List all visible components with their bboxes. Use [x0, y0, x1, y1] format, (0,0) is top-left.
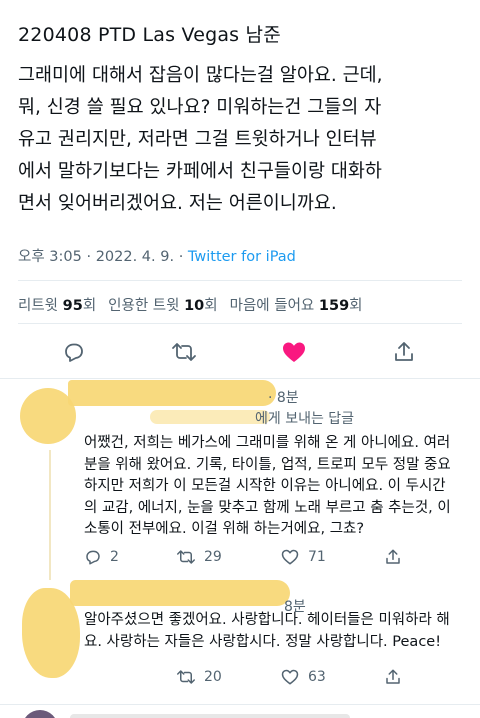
divider: [18, 323, 462, 324]
likes-stat[interactable]: 마음에 들어요 159회: [230, 294, 363, 315]
reply-text: 알아주셨으면 좋겠어요. 사랑합니다. 헤이터들은 미워하라 해 요. 사랑하는…: [84, 612, 450, 650]
quotes-count: 10: [184, 298, 205, 314]
reply-icon: [65, 343, 83, 362]
reply-icon: [86, 550, 100, 565]
share-icon: [386, 669, 400, 684]
reply-actions: 2 29 71: [84, 548, 464, 570]
divider: [0, 704, 480, 705]
share-icon: [386, 549, 400, 564]
redacted-handle: [150, 410, 270, 424]
redacted-username: [70, 580, 290, 606]
retweet-icon: [172, 343, 196, 361]
tweet-time[interactable]: 오후 3:05: [18, 249, 82, 265]
retweet-button[interactable]: 20: [176, 668, 222, 686]
retweets-unit: 회: [82, 298, 97, 314]
reply-tweet[interactable]: 8분 알아주셨으면 좋겠어요. 사랑합니다. 헤이터들은 미워하라 해 요. 사…: [0, 578, 480, 702]
tweet-meta: 오후 3:05 · 2022. 4. 9. · Twitter for iPad: [18, 245, 296, 266]
retweet-count: 29: [204, 549, 222, 565]
retweet-button[interactable]: 29: [176, 548, 222, 566]
thread-line: [49, 450, 51, 580]
tweet-client[interactable]: Twitter for iPad: [188, 249, 296, 265]
tweet-date[interactable]: 2022. 4. 9.: [96, 249, 174, 265]
reply-actions: 20 63: [84, 668, 464, 690]
likes-unit: 회: [349, 298, 363, 314]
tweet-actions: [0, 332, 480, 372]
share-button[interactable]: [384, 548, 402, 566]
tweet-text: 그래미에 대해서 잡음이 많다는걸 알아요. 근데, 뭐, 신경 쓸 필요 있나…: [18, 65, 383, 214]
share-button[interactable]: [388, 336, 420, 368]
like-button[interactable]: 71: [280, 548, 326, 566]
retweet-icon: [177, 670, 195, 684]
avatar[interactable]: [22, 710, 58, 718]
quotes-label: 인용한 트윗: [108, 298, 180, 314]
divider: [0, 378, 480, 379]
retweet-icon: [177, 550, 195, 564]
share-icon: [395, 342, 413, 361]
heart-outline-icon: [281, 669, 299, 685]
reply-tweet[interactable]: · 8분 에게 보내는 답글 어쨌건, 저희는 베가스에 그래미를 위해 온 게…: [0, 380, 480, 580]
like-button[interactable]: [278, 336, 310, 368]
retweet-count: 20: [204, 669, 222, 685]
retweets-stat[interactable]: 리트윗 95회: [18, 294, 96, 315]
share-button[interactable]: [384, 668, 402, 686]
redacted-username: [68, 380, 276, 406]
like-count: 63: [308, 669, 326, 685]
likes-label: 마음에 들어요: [229, 298, 315, 314]
quotes-unit: 회: [204, 298, 218, 314]
tweet-stats: 리트윗 95회 인용한 트윗 10회 마음에 들어요 159회: [18, 294, 363, 315]
like-button[interactable]: 63: [280, 668, 326, 686]
reply-button[interactable]: 2: [84, 548, 119, 566]
retweets-count: 95: [62, 298, 83, 314]
meta-separator: ·: [178, 249, 184, 265]
reply-count: 2: [110, 549, 119, 565]
likes-count: 159: [318, 298, 350, 314]
reply-text: 어쨌건, 저희는 베가스에 그래미를 위해 온 게 아니에요. 여러 분을 위해…: [84, 435, 451, 537]
like-count: 71: [308, 549, 326, 565]
reply-time[interactable]: · 8분: [268, 387, 299, 407]
next-reply-preview: [70, 714, 350, 718]
quotes-stat[interactable]: 인용한 트윗 10회: [108, 294, 217, 315]
reply-button[interactable]: [58, 336, 90, 368]
retweets-label: 리트윗: [18, 298, 59, 314]
divider: [18, 280, 462, 281]
heart-outline-icon: [281, 549, 299, 565]
replying-to: 에게 보내는 답글: [255, 411, 355, 427]
tweet-title: 220408 PTD Las Vegas 남준: [18, 24, 281, 46]
retweet-button[interactable]: [168, 336, 200, 368]
heart-icon: [283, 342, 305, 362]
meta-separator: ·: [86, 249, 92, 265]
